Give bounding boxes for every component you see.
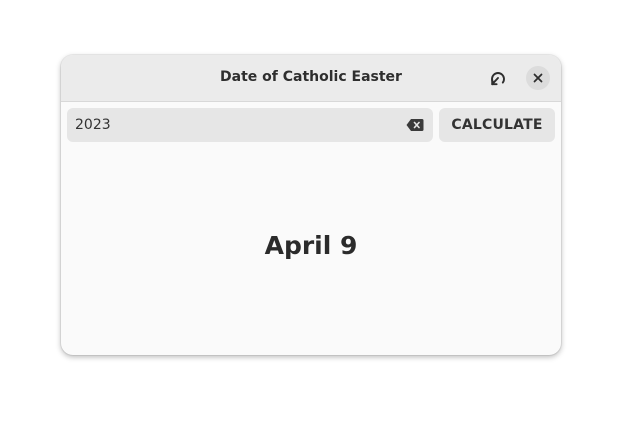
year-entry	[67, 108, 433, 142]
refresh-button[interactable]	[486, 66, 510, 90]
refresh-icon	[491, 72, 505, 86]
app-window: Date of Catholic Easter CALCULATE April …	[61, 55, 561, 355]
clear-text-icon[interactable]	[406, 118, 424, 132]
close-icon	[533, 73, 543, 83]
close-button[interactable]	[526, 66, 550, 90]
year-input[interactable]	[75, 108, 395, 142]
easter-date-result: April 9	[264, 231, 358, 260]
header-bar: Date of Catholic Easter	[61, 55, 561, 102]
input-toolbar: CALCULATE	[61, 102, 561, 150]
calculate-button[interactable]: CALCULATE	[439, 108, 555, 142]
